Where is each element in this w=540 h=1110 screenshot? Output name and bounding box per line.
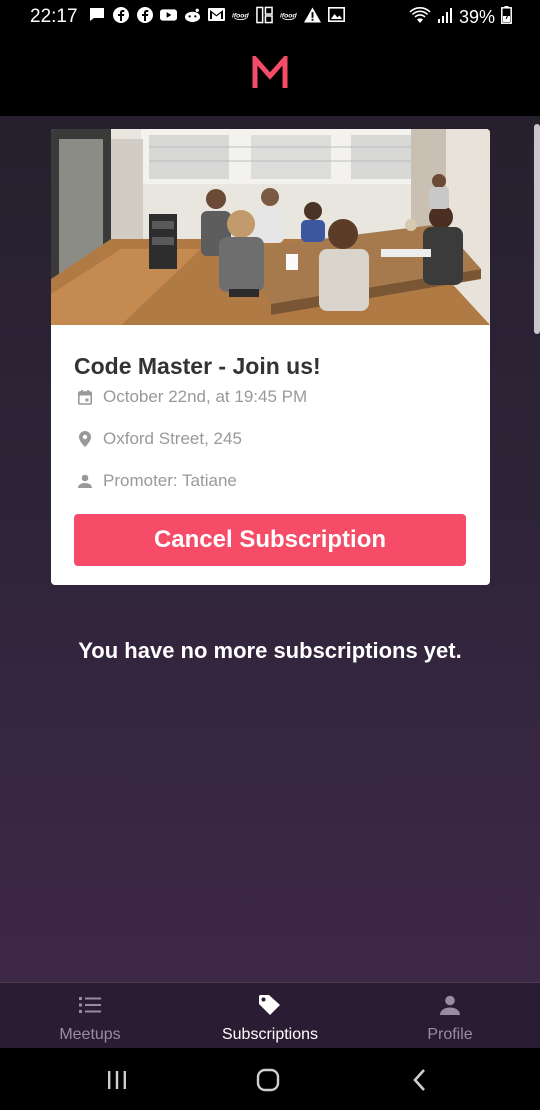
- notification-icons: ifood ifood: [88, 6, 345, 23]
- person-icon: [440, 993, 460, 1017]
- system-status: 39%: [409, 6, 512, 29]
- gallery-icon: [328, 6, 345, 23]
- warning-icon: [304, 6, 321, 23]
- person-icon: [77, 473, 93, 489]
- status-bar: 22:17 ifood ifood 39%: [0, 0, 540, 34]
- back-button[interactable]: [406, 1066, 434, 1094]
- ifood-icon: ifood: [280, 6, 297, 23]
- meetup-date: October 22nd, at 19:45 PM: [103, 387, 308, 406]
- meetup-promoter: Promoter: Tatiane: [103, 471, 237, 490]
- meetup-location-row: Oxford Street, 245: [77, 429, 242, 449]
- signal-icon: [437, 7, 453, 28]
- tab-subscriptions[interactable]: Subscriptions: [180, 983, 360, 1049]
- meetapp-logo: [251, 52, 289, 95]
- system-nav-bar: [0, 1048, 540, 1110]
- youtube-icon: [160, 6, 177, 23]
- screen-icon: [256, 6, 273, 23]
- meetup-location: Oxford Street, 245: [103, 429, 242, 448]
- gmail-icon: [208, 6, 225, 23]
- meetup-promoter-row: Promoter: Tatiane: [77, 471, 237, 491]
- tab-profile[interactable]: Profile: [360, 983, 540, 1049]
- calendar-icon: [77, 389, 93, 405]
- meetup-date-row: October 22nd, at 19:45 PM: [77, 387, 307, 407]
- recent-apps-button[interactable]: [103, 1066, 131, 1094]
- tab-profile-label: Profile: [427, 1026, 473, 1043]
- status-time: 22:17: [30, 6, 78, 27]
- subscriptions-screen[interactable]: Code Master - Join us! October 22nd, at …: [0, 116, 540, 982]
- meetup-title: Code Master - Join us!: [74, 353, 321, 379]
- empty-subscriptions-message: You have no more subscriptions yet.: [78, 638, 462, 663]
- battery-icon: [501, 6, 512, 29]
- meetup-card: Code Master - Join us! October 22nd, at …: [51, 129, 490, 585]
- tab-meetups-label: Meetups: [59, 1026, 121, 1043]
- location-pin-icon: [77, 431, 93, 447]
- wifi-icon: [409, 6, 431, 29]
- facebook-icon: [136, 6, 153, 23]
- list-icon: [79, 993, 101, 1017]
- message-icon: [88, 6, 105, 23]
- app-header: [0, 34, 540, 116]
- facebook-icon: [112, 6, 129, 23]
- reddit-icon: [184, 6, 201, 23]
- battery-percent: 39%: [458, 7, 495, 27]
- cancel-subscription-button[interactable]: Cancel Subscription: [74, 514, 466, 566]
- ifood-icon: ifood: [232, 6, 249, 23]
- tag-icon: [258, 993, 282, 1017]
- tab-subscriptions-label: Subscriptions: [221, 1026, 319, 1043]
- home-button[interactable]: [254, 1066, 282, 1094]
- meetup-banner-image: [51, 129, 490, 325]
- scrollbar[interactable]: [534, 124, 540, 334]
- tab-meetups[interactable]: Meetups: [0, 983, 180, 1049]
- bottom-tab-bar: Meetups Subscriptions Profile: [0, 982, 540, 1048]
